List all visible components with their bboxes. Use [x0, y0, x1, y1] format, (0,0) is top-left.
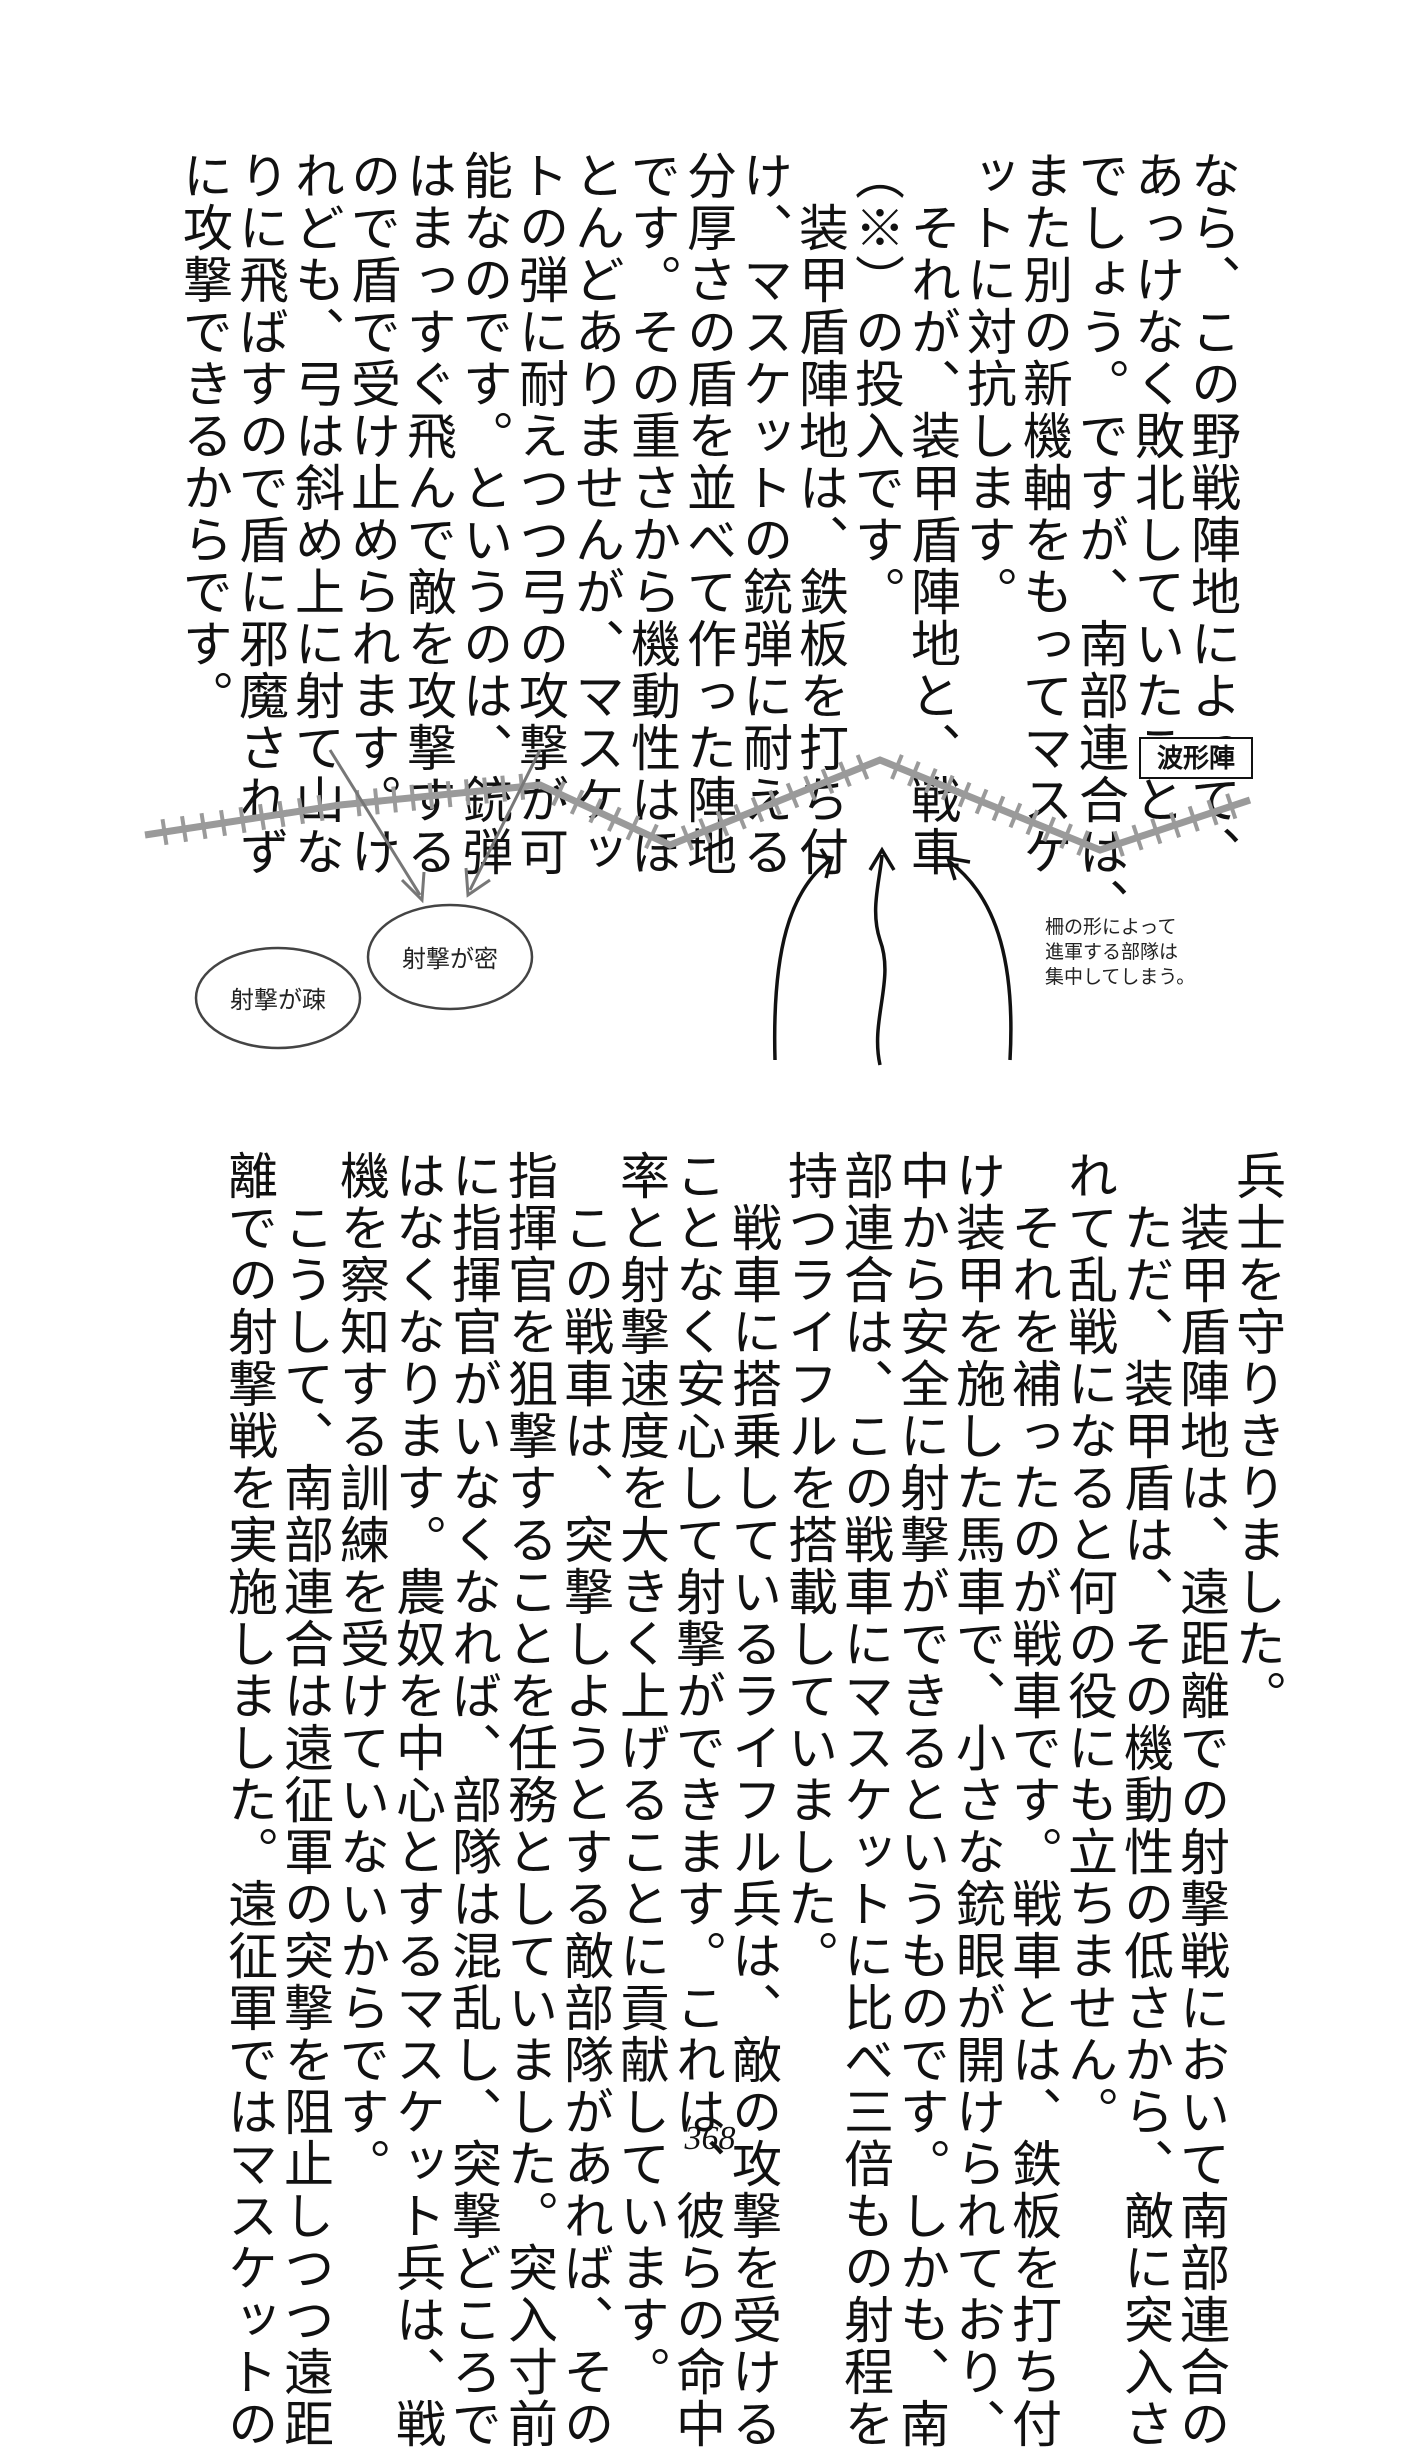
fence-stake: [445, 780, 453, 808]
fence-stake: [391, 786, 398, 813]
fence-stake: [160, 818, 169, 846]
fence-stake: [180, 815, 188, 843]
text-line: 持つライフルを搭載していました。: [780, 1150, 838, 1982]
fence-stake: [277, 800, 286, 828]
text-line: 離での射撃戦を実施しました。遠征軍ではマスケットの: [220, 1150, 278, 2450]
fence-stake: [219, 809, 227, 837]
fence-stake: [427, 782, 435, 810]
text-line: 率と射撃速度を大きく上げることに貢献しています。: [612, 1150, 670, 2398]
advance-arrow-right: [948, 860, 1013, 1061]
advance-arrow-left: [772, 858, 832, 1061]
text-line: こうして、南部連合は遠征軍の突撃を阻止しつつ遠距: [276, 1150, 334, 2450]
sparse-fire-label: 射撃が疎: [230, 986, 326, 1014]
text-line: に指揮官がいなくなれば、部隊は混乱し、突撃どころで: [444, 1150, 502, 2450]
text-line: 機を察知する訓練を受けていないからです。: [332, 1150, 390, 2190]
text-line: 指揮官を狙撃することを任務としていました。突入寸前: [500, 1150, 558, 2450]
fence-stake: [463, 779, 471, 806]
fence-stake: [482, 777, 489, 804]
advance-arrows: [772, 846, 1013, 1066]
text-line: ただ、装甲盾は、その機動性の低さから、敵に突入さ: [1116, 1150, 1174, 2450]
text-line: け装甲を施した馬車で、小さな銃眼が開けられており、: [948, 1150, 1006, 2450]
text-line: 部連合は、この戦車にマスケットに比べ三倍もの射程を: [836, 1150, 894, 2450]
note-line: 柵の形によって: [1045, 916, 1176, 938]
dense-fire-label: 射撃が密: [402, 945, 498, 973]
fence-stake: [409, 784, 417, 811]
diagram-note: 柵の形によって 進軍する部隊は 集中してしまう。: [1045, 916, 1195, 988]
fire-arrow: [328, 749, 422, 896]
text-line: 兵士を守りきりました。: [1228, 1150, 1286, 1722]
diagram-title: 波形陣: [1157, 744, 1235, 774]
fence-stake: [373, 788, 380, 815]
fence-stake: [297, 797, 305, 825]
text-line: ことなく安心して射撃ができます。これは、彼らの命中: [668, 1150, 726, 2450]
text-line: れて乱戦になると何の役にも立ちません。: [1060, 1150, 1118, 2138]
incoming-fire-arrows: [328, 749, 542, 904]
text-line: 中から安全に射撃ができるというものです。しかも、南: [892, 1150, 950, 2450]
fence-stake: [500, 775, 507, 802]
fence-stake: [258, 803, 266, 831]
page-number: 368: [684, 2120, 736, 2157]
text-line: 戦車に搭乗しているライフル兵は、敵の攻撃を受ける: [724, 1150, 782, 2450]
text-line: この戦車は、突撃しようとする敵部隊があれば、その: [556, 1150, 614, 2450]
note-line: 集中してしまう。: [1045, 966, 1195, 988]
fire-arrow: [468, 749, 542, 891]
fence-stake: [199, 812, 208, 840]
text-line: 装甲盾陣地は、遠距離での射撃戦において南部連合の: [1172, 1150, 1230, 2450]
palisade-fence: [144, 754, 1252, 857]
note-line: 進軍する部隊は: [1045, 941, 1178, 963]
fence-stake: [238, 806, 247, 834]
text-line: はなくなります。農奴を中心とするマスケット兵は、戦: [388, 1150, 446, 2450]
advance-arrow-center: [873, 854, 887, 1066]
fence-stake: [316, 794, 325, 822]
wave-formation-diagram: 射撃が密 射撃が疎 波形陣 柵の形によって 進軍する部隊は 集中してしまう。: [144, 737, 1253, 1066]
bottom-text-block: 兵士を守りきりました。 装甲盾陣地は、遠距離での射撃戦において南部連合の ただ、…: [220, 1150, 1286, 2450]
text-line: それを補ったのが戦車です。戦車とは、鉄板を打ち付: [1004, 1150, 1062, 2450]
